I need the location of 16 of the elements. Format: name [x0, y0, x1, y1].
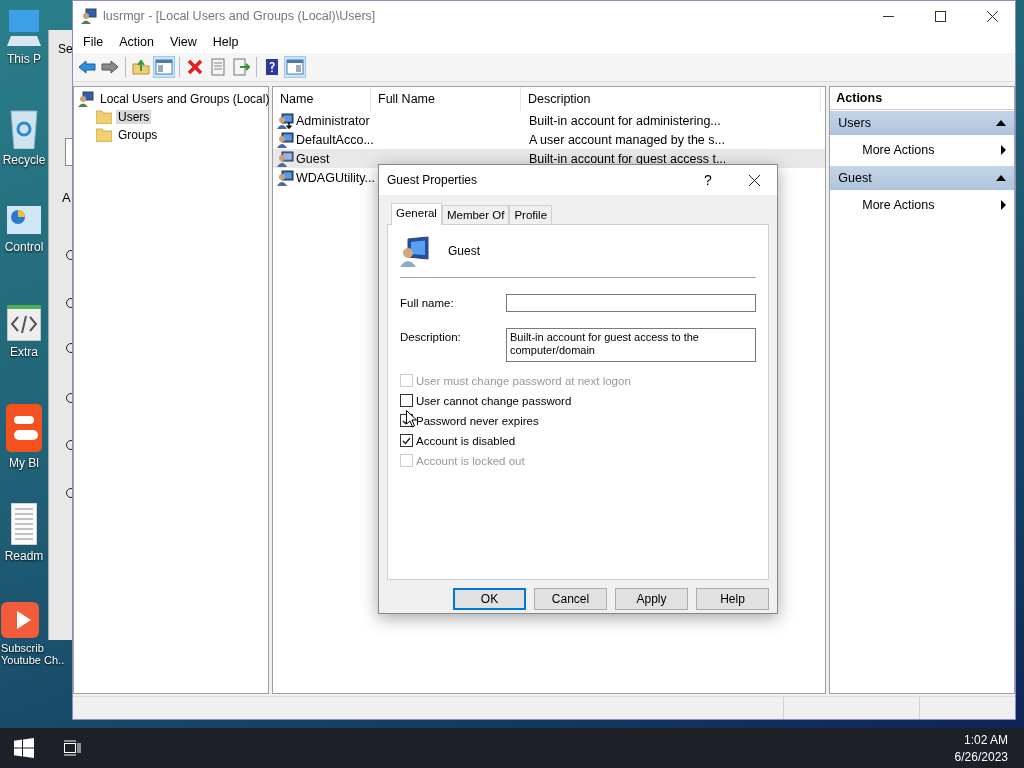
section-heading: A	[62, 190, 71, 205]
field-label: Full name:	[400, 296, 455, 309]
window-title: Se	[58, 42, 73, 56]
window-title: lusrmgr - [Local Users and Groups (Local)\Users]	[103, 9, 377, 23]
clock-date: 6/26/2023	[954, 749, 1008, 764]
table-cell-text: Built-in account for administering...	[528, 113, 721, 128]
field-label: Description:	[400, 330, 462, 343]
table-cell: Administrator	[295, 113, 370, 128]
table-cell-text: A user account managed by the s...	[528, 132, 725, 147]
table-cell: WDAGUtility...	[295, 170, 375, 185]
table-cell: Guest	[295, 151, 330, 166]
table-cell: DefaultAcco...	[295, 132, 374, 147]
user-name: Guest	[448, 244, 480, 258]
clock-time: 1:02 AM	[962, 732, 1008, 747]
actions-heading: Actions	[830, 87, 1014, 110]
dialog-title: Guest Properties	[387, 173, 479, 187]
